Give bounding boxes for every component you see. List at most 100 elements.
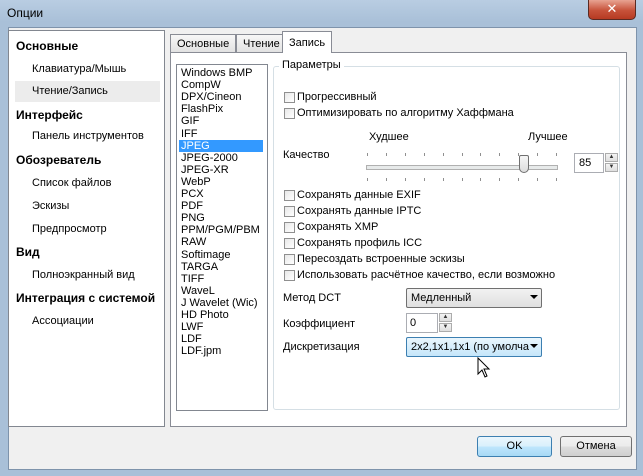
mouse-cursor-icon xyxy=(477,357,491,378)
slider-tick xyxy=(404,178,406,181)
format-item[interactable]: HD Photo xyxy=(179,309,263,321)
slider-tick xyxy=(556,178,557,181)
slider-tick xyxy=(537,153,539,156)
nav-item-fullscreen[interactable]: Полноэкранный вид xyxy=(15,265,160,286)
tab-basic[interactable]: Основные xyxy=(170,34,237,52)
slider-tick xyxy=(499,153,501,156)
format-item[interactable]: PNG xyxy=(179,212,263,224)
format-item[interactable]: CompW xyxy=(179,79,263,91)
huffman-label: Оптимизировать по алгоритму Хаффмана xyxy=(297,107,514,119)
quality-worse-label: Худшее xyxy=(369,131,409,143)
format-item[interactable]: DPX/Cineon xyxy=(179,91,263,103)
save-xmp-checkbox[interactable] xyxy=(284,222,295,233)
format-item[interactable]: WebP xyxy=(179,176,263,188)
slider-tick xyxy=(385,153,387,156)
slider-tick xyxy=(442,178,444,181)
chevron-down-icon xyxy=(530,295,538,299)
format-item[interactable]: LWF xyxy=(179,321,263,333)
format-item[interactable]: J Wavelet (Wic) xyxy=(179,297,263,309)
dct-method-select[interactable]: Медленный xyxy=(406,288,542,308)
slider-tick xyxy=(404,153,406,156)
nav-group-system-integration[interactable]: Интеграция с системой xyxy=(16,291,155,305)
format-item[interactable]: JPEG-XR xyxy=(179,164,263,176)
slider-tick xyxy=(385,178,387,181)
slider-tick xyxy=(367,178,368,181)
format-item[interactable]: PPM/PGM/PBM xyxy=(179,224,263,236)
save-icc-checkbox[interactable] xyxy=(284,238,295,249)
format-item[interactable]: WaveL xyxy=(179,285,263,297)
nav-item-preview[interactable]: Предпросмотр xyxy=(15,219,160,240)
format-item[interactable]: JPEG xyxy=(179,139,263,152)
sampling-value: 2x2,1x1,1x1 (по умолча xyxy=(411,341,529,353)
quality-label: Качество xyxy=(283,149,330,161)
nav-item-file-list[interactable]: Список файлов xyxy=(15,173,160,194)
save-exif-checkbox[interactable] xyxy=(284,190,295,201)
title-bar[interactable]: Опции xyxy=(0,0,643,26)
params-legend: Параметры xyxy=(279,59,344,71)
format-item[interactable]: PCX xyxy=(179,188,263,200)
slider-tick xyxy=(442,153,444,156)
dct-method-value: Медленный xyxy=(411,292,472,304)
format-item[interactable]: RAW xyxy=(179,236,263,248)
window-title: Опции xyxy=(7,6,44,20)
coef-down-button[interactable]: ▼ xyxy=(439,323,452,332)
huffman-checkbox[interactable] xyxy=(284,108,295,119)
quality-better-label: Лучшее xyxy=(528,131,568,143)
recreate-thumbs-checkbox[interactable] xyxy=(284,254,295,265)
calc-quality-label: Использовать расчётное качество, если во… xyxy=(297,269,556,281)
quality-up-button[interactable]: ▲ xyxy=(605,153,618,162)
nav-group-basic[interactable]: Основные xyxy=(16,39,78,53)
slider-tick xyxy=(556,153,557,156)
nav-item-keyboard-mouse[interactable]: Клавиатура/Мышь xyxy=(15,59,160,80)
dct-label: Метод DCT xyxy=(283,292,341,304)
nav-item-toolbar[interactable]: Панель инструментов xyxy=(15,126,160,147)
slider-tick xyxy=(499,178,501,181)
cancel-button[interactable]: Отмена xyxy=(560,436,632,457)
format-item[interactable]: LDF xyxy=(179,333,263,345)
format-item[interactable]: Windows BMP xyxy=(179,67,263,79)
format-item[interactable]: TARGA xyxy=(179,261,263,273)
format-item[interactable]: PDF xyxy=(179,200,263,212)
slider-tick xyxy=(423,153,425,156)
save-xmp-label: Сохранять XMP xyxy=(297,221,379,233)
progressive-checkbox[interactable] xyxy=(284,92,295,103)
slider-tick xyxy=(461,178,463,181)
save-iptc-label: Сохранять данные IPTC xyxy=(297,205,422,217)
tab-write[interactable]: Запись xyxy=(282,31,333,53)
quality-slider-thumb[interactable] xyxy=(519,155,530,173)
tab-read[interactable]: Чтение xyxy=(236,34,287,52)
format-item[interactable]: FlashPix xyxy=(179,103,263,115)
nav-group-view[interactable]: Вид xyxy=(16,245,40,259)
format-item[interactable]: TIFF xyxy=(179,273,263,285)
nav-item-read-write[interactable]: Чтение/Запись xyxy=(15,81,160,102)
format-list[interactable]: Windows BMP CompW DPX/Cineon FlashPix GIF IFF… xyxy=(176,64,268,411)
nav-item-thumbnails[interactable]: Эскизы xyxy=(15,196,160,217)
slider-tick xyxy=(537,178,539,181)
slider-tick xyxy=(480,178,482,181)
format-item[interactable]: GIF xyxy=(179,115,263,127)
quality-down-button[interactable]: ▼ xyxy=(605,163,618,172)
sampling-label: Дискретизация xyxy=(283,341,360,353)
settings-nav-tree[interactable]: Основные Клавиатура/Мышь Чтение/Запись И… xyxy=(8,30,165,427)
nav-group-interface[interactable]: Интерфейс xyxy=(16,108,83,122)
format-item[interactable]: Softimage xyxy=(179,249,263,261)
slider-tick xyxy=(480,153,482,156)
sampling-select[interactable]: 2x2,1x1,1x1 (по умолча xyxy=(406,337,542,357)
recreate-thumbs-label: Пересоздать встроенные эскизы xyxy=(297,253,465,265)
save-icc-label: Сохранять профиль ICC xyxy=(297,237,423,249)
calc-quality-checkbox[interactable] xyxy=(284,270,295,281)
format-item[interactable]: LDF.jpm xyxy=(179,345,263,357)
ok-button[interactable]: OK xyxy=(477,436,552,457)
quality-slider-track[interactable] xyxy=(366,165,558,170)
format-item[interactable]: IFF xyxy=(179,128,263,140)
close-button[interactable]: ✕ xyxy=(588,0,636,20)
nav-item-associations[interactable]: Ассоциации xyxy=(15,311,160,332)
progressive-label: Прогрессивный xyxy=(297,91,377,103)
quality-value: 85 xyxy=(579,157,592,169)
coef-value: 0 xyxy=(410,317,417,329)
format-item[interactable]: JPEG-2000 xyxy=(179,152,263,164)
coef-up-button[interactable]: ▲ xyxy=(439,313,452,322)
slider-tick xyxy=(367,153,368,156)
nav-group-browser[interactable]: Обозреватель xyxy=(16,153,101,167)
save-iptc-checkbox[interactable] xyxy=(284,206,295,217)
